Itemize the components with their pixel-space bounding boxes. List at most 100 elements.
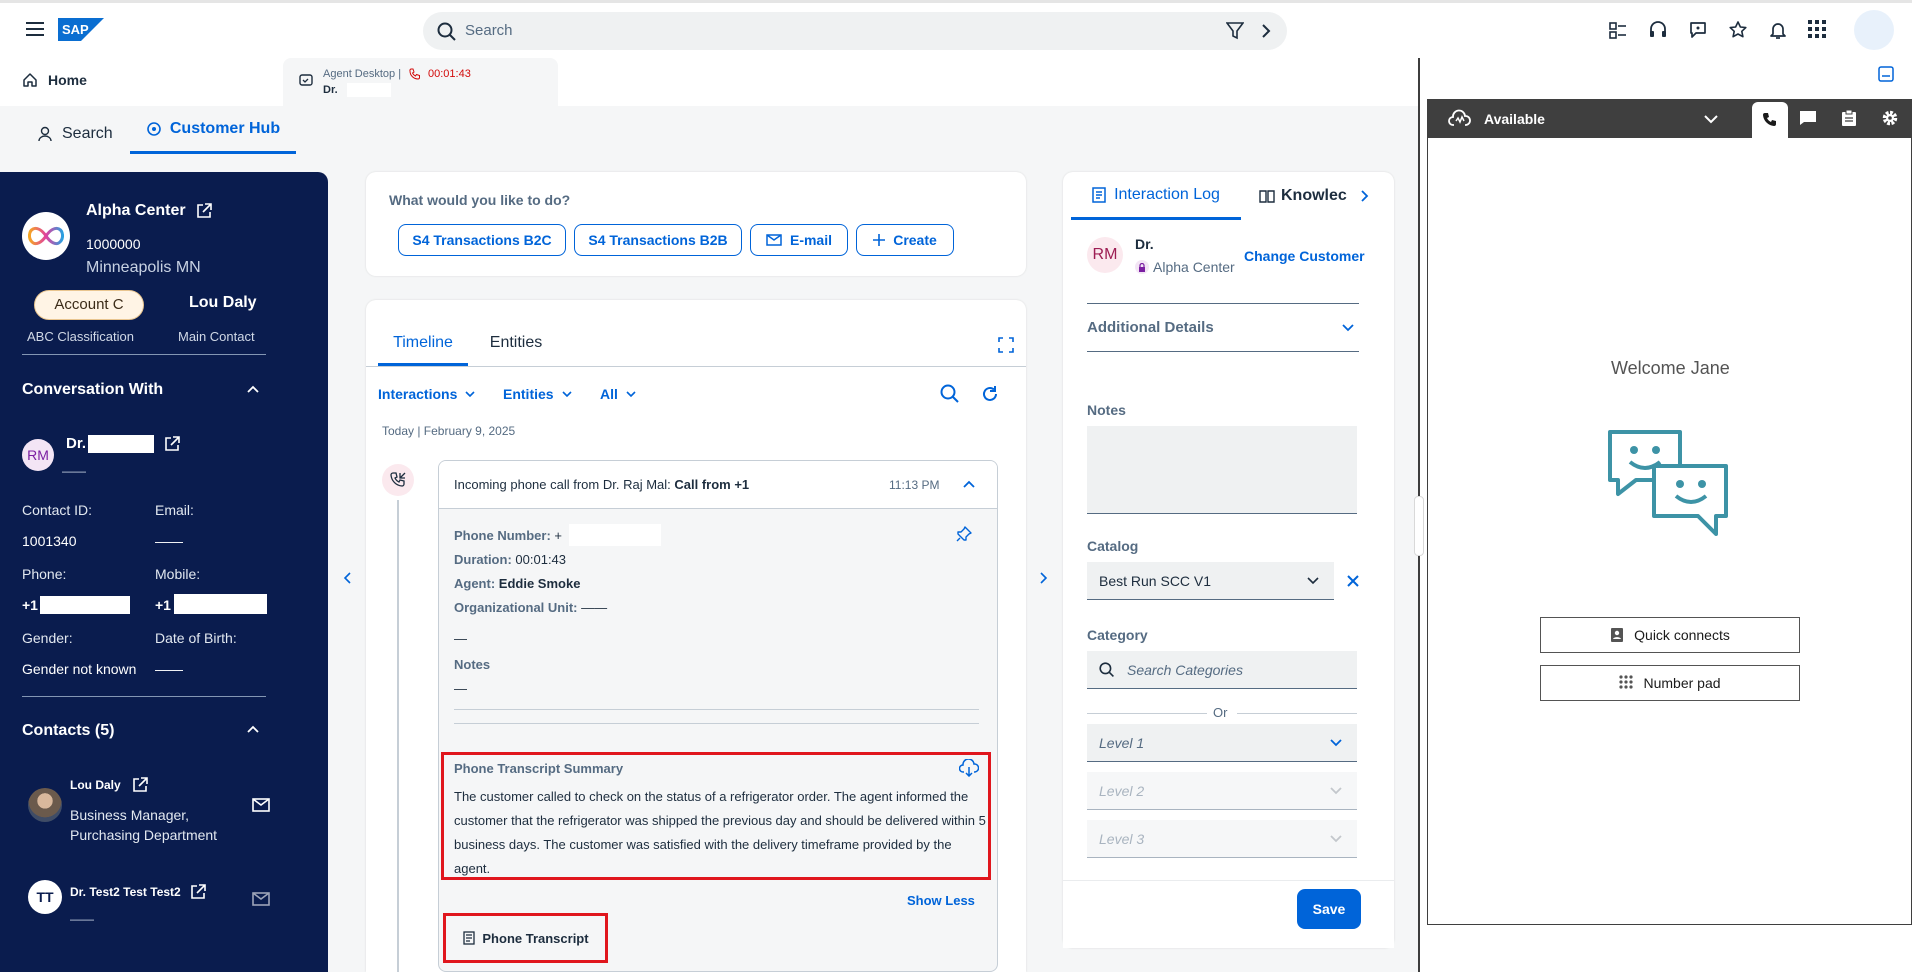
chevron-right-icon[interactable] xyxy=(1361,190,1369,202)
filter-all[interactable]: All xyxy=(600,386,636,402)
person-search-icon xyxy=(38,126,54,142)
favorites-icon[interactable] xyxy=(1728,20,1748,40)
phone-transcript-button[interactable]: Phone Transcript xyxy=(443,913,608,963)
mobile-value[interactable]: +1 xyxy=(155,597,171,613)
phone-number-label: Phone Number: xyxy=(454,528,551,543)
notifications-icon[interactable] xyxy=(1768,20,1788,40)
entry-header[interactable]: Incoming phone call from Dr. Raj Mal: Ca… xyxy=(439,461,997,509)
refresh-icon[interactable] xyxy=(980,384,1000,404)
button-label: S4 Transactions B2B xyxy=(588,232,728,248)
chevron-up-icon[interactable] xyxy=(963,480,975,488)
tab-search[interactable]: Search xyxy=(38,125,113,143)
timeline-date: Today | February 9, 2025 xyxy=(382,424,516,438)
agent-desktop-sub: Dr. xyxy=(323,84,338,96)
contact-name[interactable]: Dr. Test2 Test Test2 xyxy=(70,885,181,899)
divider xyxy=(22,354,266,355)
conversation-name[interactable]: Dr. xyxy=(66,435,86,452)
ccp-tab-settings[interactable] xyxy=(1881,109,1899,127)
customer-name: Dr. xyxy=(1135,236,1154,252)
quick-connects-button[interactable]: Quick connects xyxy=(1540,617,1800,653)
gender-label: Gender: xyxy=(22,630,73,646)
external-link-icon[interactable] xyxy=(164,436,180,452)
filter-interactions[interactable]: Interactions xyxy=(378,386,475,402)
ccp-tab-chat[interactable] xyxy=(1799,110,1817,126)
show-less-link[interactable]: Show Less xyxy=(907,893,975,908)
customer-hub-icon xyxy=(146,121,162,137)
clear-icon[interactable] xyxy=(1347,575,1359,587)
create-button[interactable]: Create xyxy=(856,224,954,256)
phone-icon xyxy=(1762,112,1778,128)
timeline-rail xyxy=(397,500,399,972)
user-avatar[interactable] xyxy=(1854,10,1894,50)
save-button[interactable]: Save xyxy=(1297,889,1361,929)
chevron-down-icon xyxy=(1330,787,1342,795)
ccp-tab-tasks[interactable] xyxy=(1841,109,1857,127)
contact-name[interactable]: Lou Daly xyxy=(70,778,121,792)
redaction xyxy=(88,435,154,453)
email-button[interactable]: E-mail xyxy=(750,224,848,256)
fullscreen-icon[interactable] xyxy=(998,337,1014,353)
external-link-icon[interactable] xyxy=(132,777,148,793)
download-cloud-icon[interactable] xyxy=(959,759,979,777)
phone-value[interactable]: +1 xyxy=(22,597,38,613)
quick-launch-icon[interactable] xyxy=(1608,20,1628,40)
change-customer-link[interactable]: Change Customer xyxy=(1244,248,1365,264)
resize-handle[interactable] xyxy=(1414,496,1424,556)
category-search-input[interactable]: Search Categories xyxy=(1087,651,1357,689)
notes-textarea[interactable] xyxy=(1087,426,1357,514)
external-link-icon[interactable] xyxy=(190,884,206,900)
button-label: E-mail xyxy=(789,232,832,248)
additional-details-label: Additional Details xyxy=(1087,319,1214,336)
or-label: Or xyxy=(1213,705,1228,720)
transcript-summary-title: Phone Transcript Summary xyxy=(454,761,624,776)
collapse-icon[interactable] xyxy=(247,725,259,733)
chevron-right-icon[interactable] xyxy=(1261,23,1271,39)
plus-icon xyxy=(873,234,886,246)
tab-customer-hub[interactable]: Customer Hub xyxy=(130,106,296,154)
collapse-icon[interactable] xyxy=(247,385,259,393)
entry-dash: — xyxy=(454,631,467,646)
status-dropdown[interactable]: Available xyxy=(1448,100,1718,138)
pin-icon[interactable] xyxy=(956,526,972,542)
ccp-tab-phone[interactable] xyxy=(1752,102,1788,138)
apps-grid-icon[interactable] xyxy=(1808,20,1826,38)
tab-knowledge[interactable]: Knowlec xyxy=(1259,172,1363,220)
chat-icon xyxy=(1799,110,1817,126)
s4-b2b-button[interactable]: S4 Transactions B2B xyxy=(574,224,742,256)
minimize-icon[interactable] xyxy=(1878,66,1894,82)
filter-entities[interactable]: Entities xyxy=(503,386,572,402)
dialpad-icon xyxy=(1619,675,1634,691)
duration-value: 00:01:43 xyxy=(515,552,567,567)
incoming-call-icon xyxy=(382,464,414,496)
filter-icon[interactable] xyxy=(1226,22,1244,40)
main-contact-value[interactable]: Lou Daly xyxy=(189,294,257,312)
mail-icon[interactable] xyxy=(252,892,270,906)
search-input[interactable]: Search xyxy=(423,12,1287,50)
mail-icon[interactable] xyxy=(252,798,270,812)
contact-id-value: 1001340 xyxy=(22,533,77,549)
email-value: —— xyxy=(155,533,183,549)
s4-b2c-button[interactable]: S4 Transactions B2C xyxy=(398,224,566,256)
chat-help-icon[interactable] xyxy=(1688,20,1708,40)
tab-timeline[interactable]: Timeline xyxy=(378,324,468,366)
tab-home[interactable]: Home xyxy=(22,72,87,88)
headset-icon[interactable] xyxy=(1648,20,1668,40)
tab-agent-desktop[interactable]: Agent Desktop | 00:01:43 Dr. xyxy=(283,58,558,106)
tab-interaction-log[interactable]: Interaction Log xyxy=(1071,172,1241,220)
menu-icon[interactable] xyxy=(24,20,46,38)
search-icon[interactable] xyxy=(940,384,960,404)
sap-logo[interactable]: SAP xyxy=(58,18,104,41)
tab-entities[interactable]: Entities xyxy=(476,324,556,366)
level-1-select[interactable]: Level 1 xyxy=(1087,724,1357,762)
main-contact-label: Main Contact xyxy=(178,329,255,344)
chat-bubbles-illustration xyxy=(1606,428,1732,538)
additional-details-toggle[interactable]: Additional Details xyxy=(1087,303,1359,351)
external-link-icon[interactable] xyxy=(196,203,212,219)
actions-card: What would you like to do? S4 Transactio… xyxy=(366,172,1026,276)
number-pad-button[interactable]: Number pad xyxy=(1540,665,1800,701)
chevron-right-icon[interactable] xyxy=(1040,572,1048,584)
chevron-left-icon[interactable] xyxy=(343,572,351,584)
notes-label: Notes xyxy=(1087,402,1126,418)
book-icon xyxy=(1259,188,1275,204)
catalog-select[interactable]: Best Run SCC V1 xyxy=(1087,562,1334,600)
